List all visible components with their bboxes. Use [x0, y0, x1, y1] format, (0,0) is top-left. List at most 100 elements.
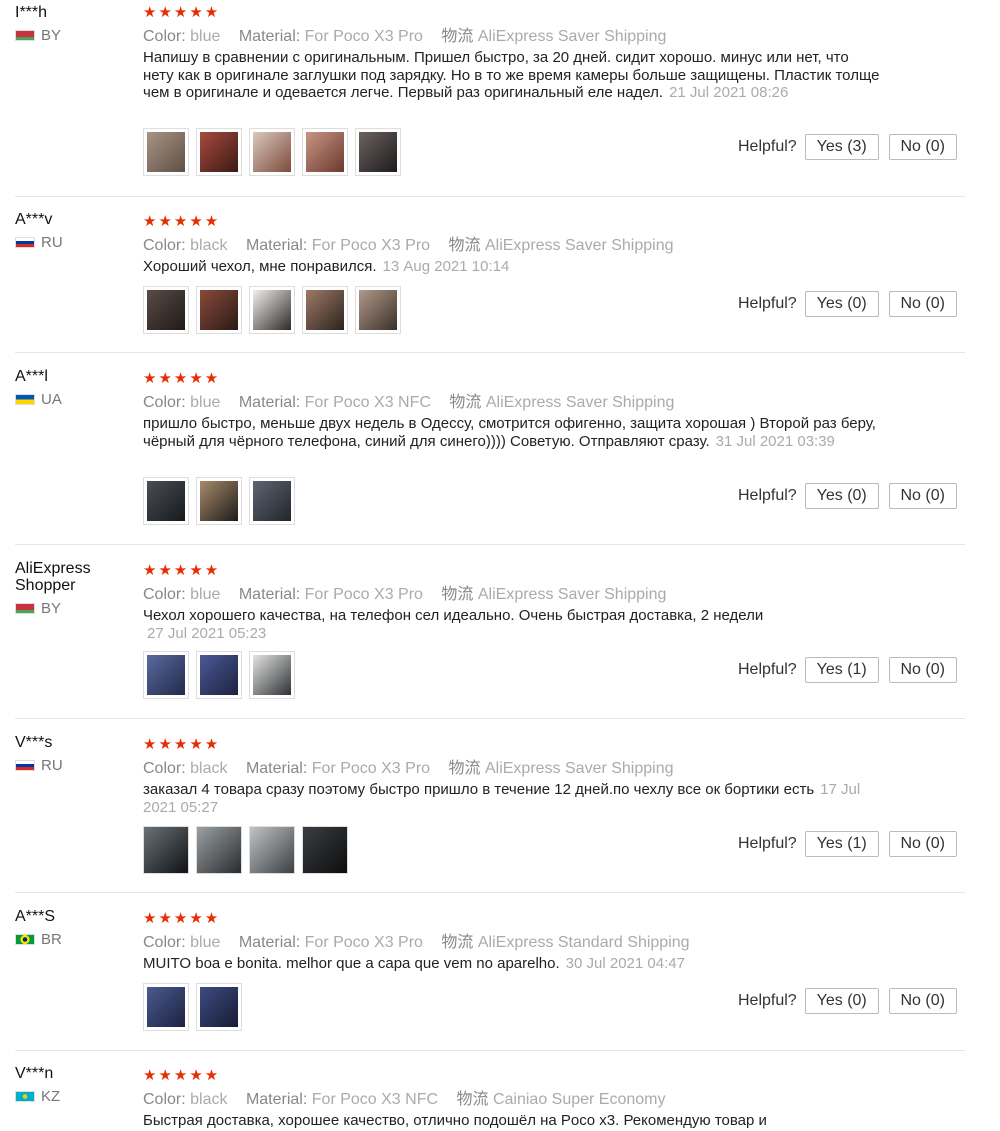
helpful-yes-button[interactable]: Yes (0)	[804, 291, 879, 317]
review-photo-thumb[interactable]	[143, 128, 189, 176]
color-value: black	[190, 237, 228, 254]
review-photo-thumb[interactable]	[196, 477, 242, 525]
helpful-yes-button[interactable]: Yes (1)	[804, 657, 879, 683]
helpful-yes-button[interactable]: Yes (3)	[804, 134, 879, 160]
review-photo-thumb[interactable]	[196, 286, 242, 334]
review-body: заказал 4 товара сразу поэтому быстро пр…	[143, 781, 815, 798]
reviewer-country: BY	[15, 600, 135, 617]
material-value: For Poco X3 Pro	[311, 760, 431, 777]
review-photo-thumb[interactable]	[196, 651, 242, 699]
logistics-label: 物流	[449, 394, 482, 411]
country-code: RU	[41, 757, 63, 774]
review-date: 27 Jul 2021 05:23	[147, 624, 267, 642]
helpful-label: Helpful?	[738, 295, 797, 312]
review-text: пришло быстро, меньше двух недель в Одес…	[143, 415, 883, 450]
helpful-vote: Helpful? Yes (0) No (0)	[738, 291, 957, 317]
review-photo-thumb[interactable]	[249, 826, 295, 874]
russia-flag-icon	[15, 760, 35, 771]
helpful-yes-button[interactable]: Yes (1)	[804, 831, 879, 857]
review-photo-thumb[interactable]	[302, 286, 348, 334]
review-content: ★★★★★ Color: black Material: For Poco X3…	[143, 214, 883, 276]
review-photo-thumb[interactable]	[249, 477, 295, 525]
review-text: MUITO boa e bonita. melhor que a capa qu…	[143, 955, 883, 973]
review-attributes: Color: black Material: For Poco X3 NFC 物…	[143, 1090, 883, 1110]
helpful-no-button[interactable]: No (0)	[888, 831, 957, 857]
helpful-vote: Helpful? Yes (1) No (0)	[738, 831, 957, 857]
star-rating: ★★★★★	[143, 4, 221, 21]
review-text: Напишу в сравнении с оригинальным. Прише…	[143, 49, 883, 102]
helpful-label: Helpful?	[738, 835, 797, 852]
helpful-no-button[interactable]: No (0)	[888, 657, 957, 683]
color-value: black	[190, 1091, 228, 1108]
country-code: KZ	[41, 1088, 61, 1105]
review-body: MUITO boa e bonita. melhor que a capa qu…	[143, 955, 560, 972]
logistics-label: 物流	[448, 237, 481, 254]
review-photos	[143, 286, 401, 334]
belarus-flag-icon	[15, 30, 35, 41]
reviewer-name: V***s	[15, 734, 53, 751]
shipping-value: Cainiao Super Economy	[492, 1091, 666, 1108]
helpful-no-button[interactable]: No (0)	[888, 291, 957, 317]
kazakhstan-flag-icon	[15, 1091, 35, 1102]
review-photo-thumb[interactable]	[249, 651, 295, 699]
helpful-yes-button[interactable]: Yes (0)	[804, 988, 879, 1014]
shipping-value: AliExpress Saver Shipping	[484, 237, 674, 254]
brazil-flag-icon	[15, 934, 35, 945]
material-value: For Poco X3 Pro	[311, 237, 431, 254]
review-attributes: Color: blue Material: For Poco X3 Pro 物流…	[143, 27, 883, 47]
color-value: blue	[190, 394, 221, 411]
review-divider	[15, 352, 965, 353]
reviewer-name: I***h	[15, 4, 48, 21]
review-photo-thumb[interactable]	[249, 128, 295, 176]
review-photo-thumb[interactable]	[143, 651, 189, 699]
review-photo-thumb[interactable]	[355, 128, 401, 176]
reviewer-country: RU	[15, 757, 135, 774]
reviewer-info: V***n KZ	[15, 1065, 135, 1105]
helpful-no-button[interactable]: No (0)	[888, 988, 957, 1014]
review-photo-thumb[interactable]	[143, 477, 189, 525]
review-photo-thumb[interactable]	[302, 826, 348, 874]
logistics-label: 物流	[456, 1091, 489, 1108]
logistics-label: 物流	[441, 28, 474, 45]
review-divider	[15, 196, 965, 197]
review-attributes: Color: blue Material: For Poco X3 Pro 物流…	[143, 585, 883, 605]
review-photo-thumb[interactable]	[143, 826, 189, 874]
review-photo-thumb[interactable]	[143, 286, 189, 334]
review-text: Быстрая доставка, хорошее качество, отли…	[143, 1112, 883, 1130]
color-label: Color:	[143, 237, 186, 254]
helpful-no-button[interactable]: No (0)	[888, 483, 957, 509]
helpful-label: Helpful?	[738, 992, 797, 1009]
review-photo-thumb[interactable]	[355, 286, 401, 334]
review-photo-thumb[interactable]	[143, 983, 189, 1031]
color-label: Color:	[143, 586, 186, 603]
country-code: BY	[41, 27, 62, 44]
material-label: Material:	[245, 760, 308, 777]
reviewer-info: V***s RU	[15, 734, 135, 774]
review-photo-thumb[interactable]	[196, 128, 242, 176]
review-photo-thumb[interactable]	[196, 983, 242, 1031]
color-value: black	[190, 760, 228, 777]
helpful-vote: Helpful? Yes (1) No (0)	[738, 657, 957, 683]
review-divider	[15, 544, 965, 545]
color-label: Color:	[143, 934, 186, 951]
review-divider	[15, 892, 965, 893]
review-body: Хороший чехол, мне понравился.	[143, 258, 377, 275]
color-label: Color:	[143, 394, 186, 411]
material-value: For Poco X3 NFC	[304, 394, 431, 411]
helpful-no-button[interactable]: No (0)	[888, 134, 957, 160]
review-photo-thumb[interactable]	[302, 128, 348, 176]
reviewer-name: A***l	[15, 368, 48, 385]
material-value: For Poco X3 Pro	[304, 586, 423, 603]
helpful-vote: Helpful? Yes (3) No (0)	[738, 134, 957, 160]
review-photo-thumb[interactable]	[196, 826, 242, 874]
review-photo-thumb[interactable]	[249, 286, 295, 334]
reviewer-info: A***l UA	[15, 368, 135, 408]
review-photos	[143, 983, 242, 1031]
reviewer-name: AliExpress Shopper	[15, 560, 91, 594]
color-label: Color:	[143, 760, 186, 777]
helpful-yes-button[interactable]: Yes (0)	[804, 483, 879, 509]
russia-flag-icon	[15, 237, 35, 248]
material-label: Material:	[238, 394, 301, 411]
helpful-vote: Helpful? Yes (0) No (0)	[738, 483, 957, 509]
color-value: blue	[190, 28, 221, 45]
